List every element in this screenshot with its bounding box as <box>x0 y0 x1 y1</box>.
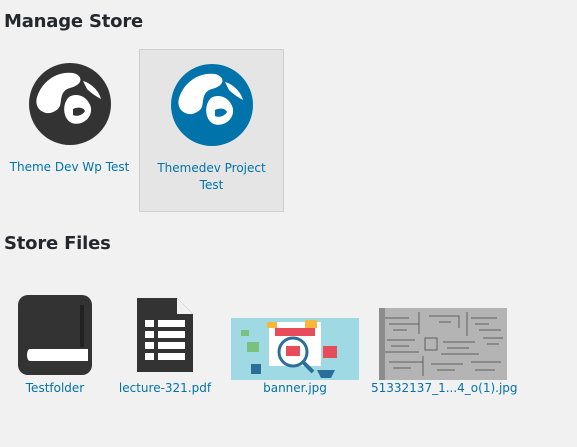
store-manager-page: Manage Store Theme Dev Wp Test Themedev … <box>0 0 577 447</box>
store-tile-themedev-project-test[interactable]: Themedev Project Test <box>139 49 284 212</box>
file-tile-banner-jpg[interactable]: banner.jpg <box>231 288 359 400</box>
photo-image-thumbnail <box>379 308 507 380</box>
folder-icon <box>18 295 92 375</box>
file-label[interactable]: lecture-321.pdf <box>115 381 215 395</box>
file-tile-photo-jpg[interactable]: 51332137_1...4_o(1).jpg <box>371 288 518 400</box>
manage-store-heading: Manage Store <box>4 11 143 32</box>
store-files-heading: Store Files <box>4 233 111 254</box>
store-label[interactable]: Themedev Project Test <box>140 160 283 194</box>
globe-logo-icon <box>28 63 111 145</box>
banner-image-thumbnail <box>231 318 359 380</box>
file-label[interactable]: Testfolder <box>5 381 105 395</box>
globe-logo-icon <box>170 64 253 146</box>
file-tile-lecture-321-pdf[interactable]: lecture-321.pdf <box>115 288 215 400</box>
file-label[interactable]: 51332137_1...4_o(1).jpg <box>371 381 518 395</box>
file-label[interactable]: banner.jpg <box>231 381 359 395</box>
file-tile-testfolder[interactable]: Testfolder <box>5 288 105 400</box>
store-label[interactable]: Theme Dev Wp Test <box>0 159 142 176</box>
document-icon <box>137 298 193 372</box>
store-tile-theme-dev-wp-test[interactable]: Theme Dev Wp Test <box>0 49 142 212</box>
